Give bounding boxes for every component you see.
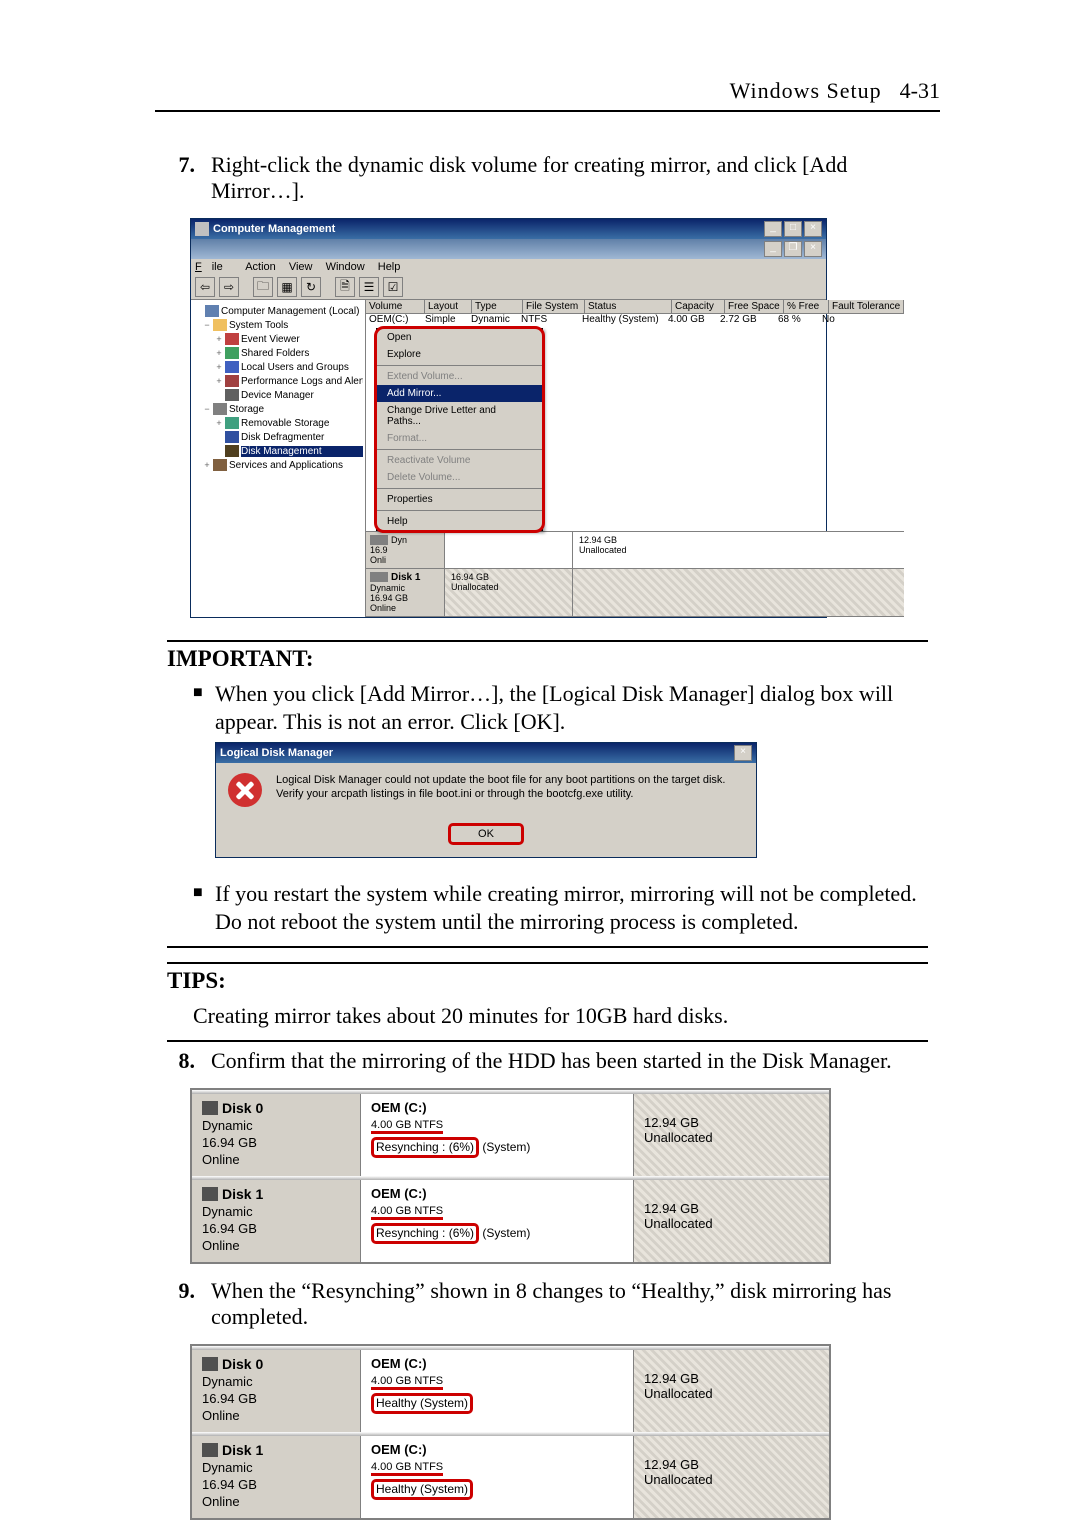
error-icon xyxy=(228,773,262,807)
tree-item[interactable]: Removable Storage xyxy=(241,418,363,429)
tree-item[interactable]: Local Users and Groups xyxy=(241,362,363,373)
maximize-button[interactable]: □ xyxy=(784,221,802,237)
header-section: Windows Setup xyxy=(730,78,882,104)
tree-item[interactable]: Performance Logs and Alerts xyxy=(241,376,363,387)
disk-manager-healthy: Disk 0 Dynamic16.94 GBOnline OEM (C:)4.0… xyxy=(190,1344,831,1520)
ldm-close-button[interactable]: × xyxy=(734,745,752,761)
list-icon[interactable]: ☰ xyxy=(359,277,379,297)
step-text: When the “Resynching” shown in 8 changes… xyxy=(211,1278,940,1330)
grid-row[interactable]: OEM(C:) Simple Dynamic NTFS Healthy (Sys… xyxy=(366,314,904,325)
tree-services[interactable]: Services and Applications xyxy=(229,460,363,471)
status-healthy: Healthy (System) xyxy=(371,1393,473,1414)
ctx-reactivate: Reactivate Volume xyxy=(377,452,542,469)
step-text: Right-click the dynamic disk volume for … xyxy=(211,152,940,204)
tree-storage[interactable]: Storage xyxy=(229,404,363,415)
toolbar: ⇦ ⇨ 🗀 ▦ ↻ 🗎 ☰ ☑ xyxy=(191,275,826,299)
forward-icon[interactable]: ⇨ xyxy=(219,277,239,297)
bullet-icon: ■ xyxy=(193,880,215,936)
step-number: 8. xyxy=(155,1048,211,1074)
grid-header[interactable]: Volume Layout Type File System Status Ca… xyxy=(366,300,904,314)
inner-minimize[interactable]: _ xyxy=(764,241,782,257)
status-resynching: Resynching : (6%) xyxy=(371,1223,479,1244)
app-icon xyxy=(195,222,209,236)
bullet-icon: ■ xyxy=(193,680,215,870)
dm-row-disk1[interactable]: Disk 1 Dynamic16.94 GBOnline OEM (C:)4.0… xyxy=(192,1436,829,1518)
header-rule xyxy=(155,110,940,112)
tips-text: Creating mirror takes about 20 minutes f… xyxy=(193,1002,928,1030)
inner-restore[interactable]: ❐ xyxy=(784,241,802,257)
ctx-explore[interactable]: Explore xyxy=(377,346,542,363)
inner-titlebar: _ ❐ × xyxy=(191,239,826,259)
back-icon[interactable]: ⇦ xyxy=(195,277,215,297)
disk-manager-resynching: Disk 0 Dynamic16.94 GBOnline OEM (C:)4.0… xyxy=(190,1088,831,1264)
disk1-row[interactable]: Disk 1 Dynamic 16.94 GB Online 16.94 GBU… xyxy=(366,569,904,617)
tips-heading: TIPS: xyxy=(167,968,928,994)
ctx-open[interactable]: Open xyxy=(377,329,542,346)
inner-close[interactable]: × xyxy=(804,241,822,257)
step-number: 7. xyxy=(155,152,211,204)
ctx-add-mirror[interactable]: Add Mirror... xyxy=(377,385,542,402)
logical-disk-manager-dialog: Logical Disk Manager × Logical Disk Mana… xyxy=(215,742,757,858)
menu-help[interactable]: Help xyxy=(378,261,401,273)
detail-icon[interactable]: ☑ xyxy=(383,277,403,297)
ctx-delete: Delete Volume... xyxy=(377,469,542,486)
tree-item[interactable]: Shared Folders xyxy=(241,348,363,359)
menu-view[interactable]: View xyxy=(289,261,313,273)
rule xyxy=(167,640,928,642)
tree-disk-management[interactable]: Disk Management xyxy=(241,446,363,457)
close-button[interactable]: × xyxy=(804,221,822,237)
dm-row-disk0[interactable]: Disk 0 Dynamic16.94 GBOnline OEM (C:)4.0… xyxy=(192,1094,829,1176)
menu-action[interactable]: Action xyxy=(245,261,276,273)
ldm-titlebar: Logical Disk Manager × xyxy=(216,743,756,763)
computer-management-window: Computer Management _ □ × _ ❐ × File Act… xyxy=(190,218,827,618)
tree-icon[interactable]: ▦ xyxy=(277,277,297,297)
tree-root[interactable]: Computer Management (Local) xyxy=(221,306,363,317)
menu-window[interactable]: Window xyxy=(326,261,365,273)
disk0-row[interactable]: Dyn16.9Onli 12.94 GBUnallocated xyxy=(366,532,904,569)
minimize-button[interactable]: _ xyxy=(764,221,782,237)
tree-system-tools[interactable]: System Tools xyxy=(229,320,363,331)
disk-icon xyxy=(202,1101,218,1115)
refresh-icon[interactable]: ↻ xyxy=(301,277,321,297)
tree-item[interactable]: Device Manager xyxy=(241,390,363,401)
ctx-help[interactable]: Help xyxy=(377,513,542,530)
ctx-change-drive[interactable]: Change Drive Letter and Paths... xyxy=(377,402,542,430)
ctx-extend: Extend Volume... xyxy=(377,368,542,385)
important-item: If you restart the system while creating… xyxy=(215,880,928,936)
nav-tree[interactable]: Computer Management (Local) −System Tool… xyxy=(191,300,366,617)
rule xyxy=(167,946,928,948)
rule xyxy=(167,962,928,964)
header-page: 4-31 xyxy=(900,78,940,104)
props-icon[interactable]: 🗎 xyxy=(335,277,355,297)
step-number: 9. xyxy=(155,1278,211,1330)
dm-row-disk0[interactable]: Disk 0 Dynamic16.94 GBOnline OEM (C:)4.0… xyxy=(192,1350,829,1432)
ldm-message: Logical Disk Manager could not update th… xyxy=(276,773,744,807)
step-text: Confirm that the mirroring of the HDD ha… xyxy=(211,1048,940,1074)
important-heading: IMPORTANT: xyxy=(167,646,928,672)
important-item: When you click [Add Mirror…], the [Logic… xyxy=(215,680,928,870)
ldm-title: Logical Disk Manager xyxy=(220,747,734,759)
status-healthy: Healthy (System) xyxy=(371,1479,473,1500)
window-title: Computer Management xyxy=(213,223,764,235)
ctx-properties[interactable]: Properties xyxy=(377,491,542,508)
context-menu[interactable]: Open Explore Extend Volume... Add Mirror… xyxy=(376,328,543,531)
rule xyxy=(167,1040,928,1042)
content-pane: Volume Layout Type File System Status Ca… xyxy=(366,300,904,617)
up-icon[interactable]: 🗀 xyxy=(253,277,273,297)
status-resynching: Resynching : (6%) xyxy=(371,1137,479,1158)
disk-icon xyxy=(202,1443,218,1457)
tree-item[interactable]: Event Viewer xyxy=(241,334,363,345)
disk-icon xyxy=(202,1357,218,1371)
menu-file[interactable]: File xyxy=(195,261,233,273)
ctx-format: Format... xyxy=(377,430,542,447)
ok-button[interactable]: OK xyxy=(448,823,524,845)
menubar[interactable]: File Action View Window Help xyxy=(191,259,826,275)
tree-item[interactable]: Disk Defragmenter xyxy=(241,432,363,443)
dm-row-disk1[interactable]: Disk 1 Dynamic16.94 GBOnline OEM (C:)4.0… xyxy=(192,1180,829,1262)
titlebar: Computer Management _ □ × xyxy=(191,219,826,239)
disk-icon xyxy=(202,1187,218,1201)
